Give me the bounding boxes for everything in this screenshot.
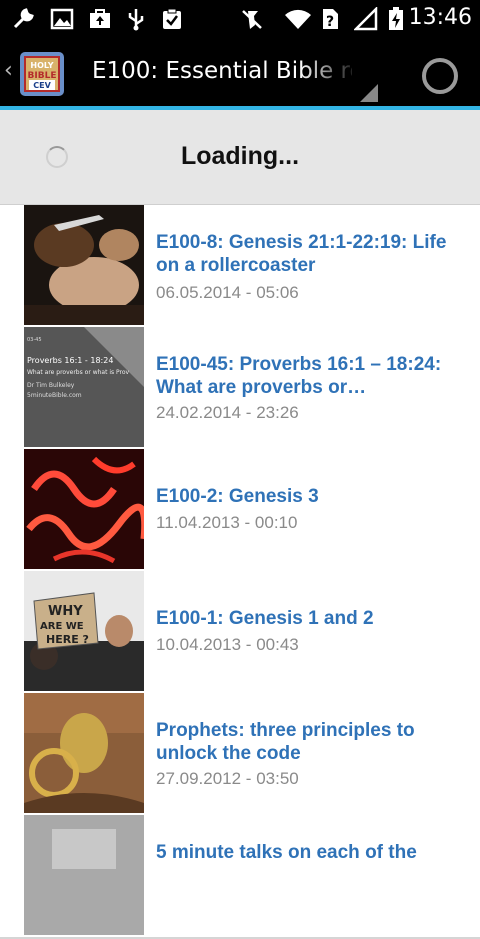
title-fade: [300, 52, 360, 96]
battery-charging-icon: [389, 7, 403, 30]
svg-text:BIBLE: BIBLE: [28, 71, 57, 81]
list-item[interactable]: WHY ARE WE HERE ? E100-1: Genesis 1 and …: [0, 571, 480, 695]
svg-text:5minuteBible.com: 5minuteBible.com: [27, 392, 82, 399]
loading-label: Loading...: [180, 142, 300, 170]
thumbnail-image: [24, 205, 144, 325]
up-caret-icon[interactable]: ‹: [4, 58, 13, 83]
item-date: 10.04.2013 - 00:43: [156, 635, 299, 654]
usb-icon: [128, 9, 144, 31]
svg-text:Proverbs 16:1 - 18:24: Proverbs 16:1 - 18:24: [27, 356, 113, 365]
dropdown-indicator-icon[interactable]: [360, 84, 378, 102]
svg-text:HERE ?: HERE ?: [46, 633, 89, 646]
list-item[interactable]: E100-2: Genesis 3 11.04.2013 - 00:10: [0, 449, 480, 573]
thumbnail-image: 03-45 Proverbs 16:1 - 18:24 What are pro…: [24, 327, 144, 447]
item-date: 24.02.2014 - 23:26: [156, 403, 299, 422]
item-title: Prophets: three principles to unlock the…: [156, 720, 415, 764]
item-title: E100-45: Proverbs 16:1 – 18:24: What are…: [156, 354, 442, 398]
wrench-icon: [13, 8, 34, 29]
item-date: 27.09.2012 - 03:50: [156, 769, 299, 788]
list-item[interactable]: Prophets: three principles to unlock the…: [0, 693, 480, 817]
progress-spinner-icon: [422, 58, 458, 94]
briefcase-upload-icon: [90, 9, 110, 28]
item-date: 11.04.2013 - 00:10: [156, 513, 298, 532]
list-item[interactable]: 5 minute talks on each of the: [0, 815, 480, 939]
svg-text:Dr Tim Bulkeley: Dr Tim Bulkeley: [27, 382, 75, 389]
item-title: E100-8: Genesis 21:1-22:19: Life on a ro…: [156, 232, 447, 276]
status-bar: ? 13:46: [0, 0, 480, 38]
status-time: 13:46: [408, 5, 472, 30]
thumbnail-image: WHY ARE WE HERE ?: [24, 571, 144, 691]
svg-text:HOLY: HOLY: [30, 61, 53, 70]
svg-text:03-45: 03-45: [27, 337, 42, 343]
wifi-icon: [285, 9, 311, 29]
app-icon[interactable]: HOLY BIBLE CEV: [20, 52, 64, 96]
list-item[interactable]: 03-45 Proverbs 16:1 - 18:24 What are pro…: [0, 327, 480, 451]
thumbnail-image: [24, 449, 144, 569]
item-title: E100-1: Genesis 1 and 2: [156, 608, 374, 629]
clipboard-check-icon: [163, 8, 181, 29]
list-item[interactable]: E100-8: Genesis 21:1-22:19: Life on a ro…: [0, 205, 480, 329]
svg-text:WHY: WHY: [48, 604, 83, 619]
svg-text:CEV: CEV: [33, 81, 51, 90]
thumbnail-image: [24, 693, 144, 813]
image-icon: [50, 8, 74, 30]
svg-text:?: ?: [326, 14, 334, 30]
signal-icon: [354, 7, 378, 31]
item-title: 5 minute talks on each of the: [156, 842, 417, 863]
loading-header: Loading...: [0, 110, 480, 205]
item-title: E100-2: Genesis 3: [156, 486, 319, 507]
thumbnail-image: [24, 815, 144, 935]
holy-bible-logo: HOLY BIBLE CEV: [20, 52, 64, 96]
svg-text:ARE WE: ARE WE: [40, 621, 84, 632]
item-date: 06.05.2014 - 05:06: [156, 283, 299, 302]
mute-icon: [242, 10, 262, 29]
sim-question-icon: ?: [323, 9, 338, 30]
svg-text:What are proverbs or what is P: What are proverbs or what is Prov: [27, 369, 130, 376]
